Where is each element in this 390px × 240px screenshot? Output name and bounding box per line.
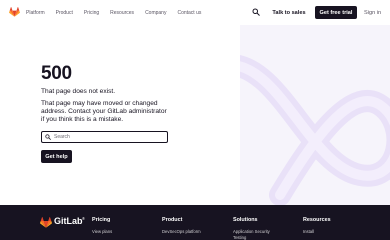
- footer-heading-resources: Resources: [303, 217, 331, 223]
- gitlab-logo-icon[interactable]: [40, 217, 52, 228]
- footer-registered-mark: ®: [82, 216, 85, 221]
- error-code: 500: [41, 63, 72, 84]
- search-icon[interactable]: [252, 8, 260, 16]
- nav-company[interactable]: Company: [145, 10, 166, 16]
- search-input[interactable]: [54, 134, 154, 140]
- error-hero: 500 That page does not exist. That page …: [0, 25, 390, 205]
- get-free-trial-button[interactable]: Get free trial: [315, 6, 357, 19]
- nav-pricing[interactable]: Pricing: [84, 10, 99, 16]
- footer-heading-product: Product: [162, 217, 183, 223]
- top-navigation: Platform Product Pricing Resources Compa…: [0, 0, 390, 25]
- footer-link-view-plans[interactable]: View plans: [92, 229, 112, 234]
- error-title: That page does not exist.: [41, 88, 116, 95]
- main-nav: Platform Product Pricing Resources Compa…: [26, 0, 212, 25]
- footer-column-pricing: Pricing View plans: [92, 217, 112, 234]
- footer: GitLab ® Pricing View plans Product DevS…: [0, 205, 390, 240]
- footer-link-install[interactable]: Install: [303, 229, 331, 234]
- footer-link-devsecops-platform[interactable]: DevSecOps platform: [162, 229, 201, 234]
- nav-contact-us[interactable]: Contact us: [177, 10, 201, 16]
- nav-platform[interactable]: Platform: [26, 10, 45, 16]
- nav-product[interactable]: Product: [56, 10, 73, 16]
- search-icon: [45, 134, 51, 140]
- footer-link-application-security-testing[interactable]: Application Security Testing: [233, 229, 283, 240]
- talk-to-sales-button[interactable]: Talk to sales: [268, 6, 310, 19]
- footer-heading-pricing: Pricing: [92, 217, 111, 223]
- sign-in-link[interactable]: Sign in: [364, 6, 381, 19]
- footer-heading-solutions: Solutions: [233, 217, 258, 223]
- error-description: That page may have moved or changed addr…: [41, 100, 167, 124]
- nav-resources[interactable]: Resources: [110, 10, 134, 16]
- get-help-button[interactable]: Get help: [41, 150, 72, 163]
- footer-brand[interactable]: GitLab: [54, 216, 83, 226]
- footer-column-solutions: Solutions Application Security Testing: [233, 217, 283, 240]
- footer-column-resources: Resources Install: [303, 217, 331, 234]
- footer-column-product: Product DevSecOps platform: [162, 217, 201, 234]
- gitlab-logo-icon[interactable]: [9, 7, 20, 17]
- infinity-swirl-graphic: [240, 55, 390, 205]
- search-field[interactable]: [41, 131, 168, 143]
